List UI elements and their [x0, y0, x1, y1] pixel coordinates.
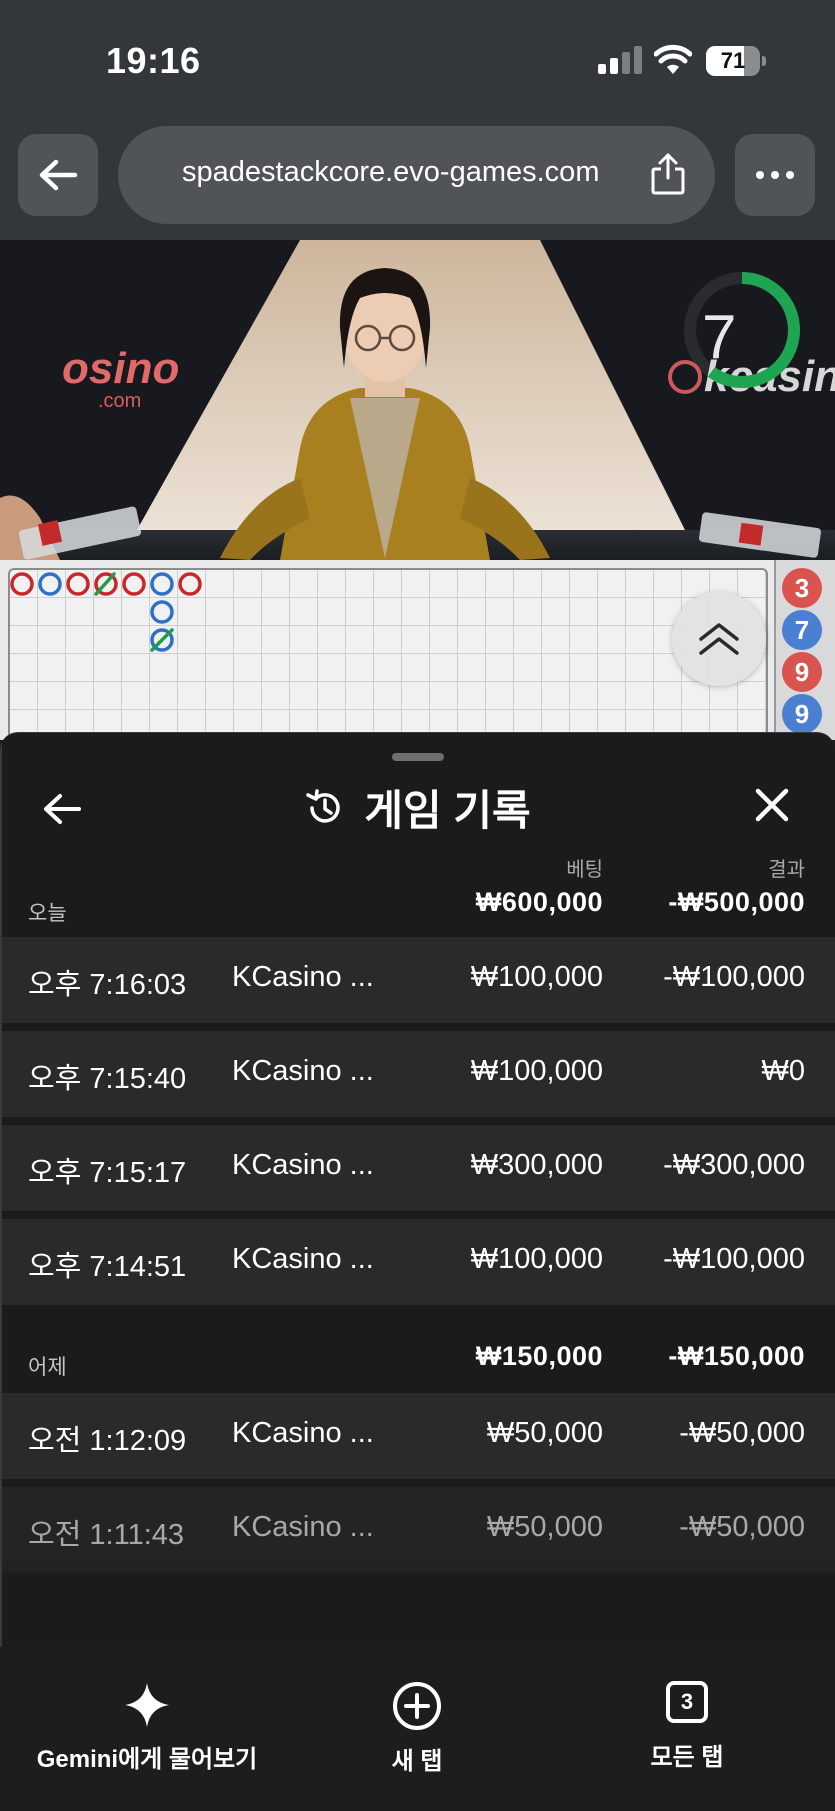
row-bet: ₩100,000 [470, 1055, 603, 1087]
row-time: 오후 7:15:40 [28, 1063, 187, 1095]
row-result: -₩50,000 [679, 1417, 805, 1449]
all-tabs-button[interactable]: 3 모든 탭 [637, 1681, 737, 1772]
row-game: KCasino ... [232, 1511, 374, 1543]
road-grid [8, 568, 768, 740]
card-shoe-right [699, 512, 821, 558]
side-ball: 9 [782, 652, 822, 692]
row-game: KCasino ... [232, 1055, 374, 1087]
sheet-edge [0, 733, 2, 1647]
row-game: KCasino ... [232, 1149, 374, 1181]
countdown-ring [684, 272, 800, 388]
row-result: ₩0 [761, 1055, 806, 1087]
expand-collapse-button[interactable] [672, 592, 766, 686]
sheet-drag-handle[interactable] [392, 753, 444, 761]
wifi-icon [654, 44, 692, 74]
road-markers [10, 572, 202, 652]
history-row[interactable]: 오후 7:16:03 KCasino ... ₩100,000 -₩100,00… [0, 937, 835, 1023]
group-result-total: -₩150,000 [668, 1341, 805, 1371]
ask-gemini-label: Gemini에게 물어보기 [36, 1746, 258, 1773]
plus-circle-icon [393, 1682, 441, 1730]
row-time: 오전 1:11:43 [28, 1519, 185, 1551]
row-game: KCasino ... [232, 1243, 374, 1275]
bead-road: 3 7 9 9 [0, 560, 835, 740]
row-bet: ₩50,000 [486, 1511, 603, 1543]
history-row[interactable]: 오전 1:12:09 KCasino ... ₩50,000 -₩50,000 [0, 1393, 835, 1479]
arrow-left-icon [39, 159, 78, 191]
tab-count: 3 [680, 1689, 694, 1714]
sheet-header: 게임 기록 [0, 777, 835, 838]
address-bar[interactable]: spadestackcore.evo-games.com [118, 126, 715, 224]
url-text: spadestackcore.evo-games.com [182, 156, 600, 188]
all-tabs-label: 모든 탭 [650, 1744, 724, 1771]
countdown-timer: 7 [702, 303, 737, 372]
column-header-result: 결과 [768, 859, 805, 881]
new-tab-label: 새 탭 [391, 1748, 443, 1775]
battery-icon: 71 [706, 46, 766, 76]
more-dots-icon [756, 171, 764, 179]
double-chevron-up-icon [699, 623, 739, 655]
row-game: KCasino ... [232, 1417, 374, 1449]
column-header-bet: 베팅 [566, 859, 603, 881]
status-time: 19:16 [106, 40, 201, 81]
sheet-title: 게임 기록 [364, 787, 531, 834]
scroll-fade [0, 1553, 835, 1647]
gemini-sparkle-icon [125, 1683, 169, 1727]
row-time: 오후 7:14:51 [28, 1251, 187, 1283]
dealer-image [220, 268, 550, 560]
row-result: -₩50,000 [679, 1511, 805, 1543]
battery-percent: 71 [720, 48, 746, 73]
row-bet: ₩100,000 [470, 961, 603, 993]
group-bet-total: ₩150,000 [475, 1341, 603, 1371]
more-menu-button[interactable] [735, 134, 815, 216]
history-row[interactable]: 오후 7:15:17 KCasino ... ₩300,000 -₩300,00… [0, 1125, 835, 1211]
browser-toolbar: Gemini에게 물어보기 새 탭 3 모든 탭 [0, 1647, 835, 1811]
row-result: -₩300,000 [663, 1149, 805, 1181]
cellular-signal-icon [598, 46, 642, 74]
ask-gemini-button[interactable]: Gemini에게 물어보기 [37, 1681, 257, 1774]
group-result-total: -₩500,000 [668, 887, 805, 917]
share-icon[interactable] [648, 152, 688, 196]
side-ball: 3 [782, 568, 822, 608]
side-ball-panel: 3 7 9 9 [774, 560, 835, 740]
group-summary-yesterday: 어제 ₩150,000 -₩150,000 [0, 1337, 835, 1385]
row-bet: ₩300,000 [470, 1149, 603, 1181]
history-row[interactable]: 오후 7:14:51 KCasino ... ₩100,000 -₩100,00… [0, 1219, 835, 1305]
side-ball: 9 [782, 694, 822, 734]
close-button[interactable] [746, 779, 798, 831]
game-history-sheet: 게임 기록 베팅 결과 오늘 ₩600,000 -₩500,000 오후 7:1… [0, 732, 835, 1647]
new-tab-button[interactable]: 새 탭 [367, 1681, 467, 1776]
group-label: 어제 [28, 1356, 67, 1379]
tabs-count-icon: 3 [666, 1681, 708, 1723]
row-game: KCasino ... [232, 961, 374, 993]
row-time: 오전 1:12:09 [28, 1425, 187, 1457]
history-icon [306, 788, 341, 823]
row-bet: ₩100,000 [470, 1243, 603, 1275]
browser-back-button[interactable] [18, 134, 98, 216]
casino-logo-left-sub: .com [98, 390, 142, 412]
group-summary-today: 오늘 ₩600,000 -₩500,000 [0, 883, 835, 931]
group-label: 오늘 [28, 902, 67, 925]
browser-chrome: 19:16 71 spadestackcore.evo-games.com [0, 0, 835, 240]
history-row[interactable]: 오후 7:15:40 KCasino ... ₩100,000 ₩0 [0, 1031, 835, 1117]
live-video: osino .com kcasin 7 [0, 240, 835, 560]
row-time: 오후 7:15:17 [28, 1157, 187, 1189]
card-shoe-left [0, 495, 142, 560]
row-result: -₩100,000 [663, 1243, 805, 1275]
group-bet-total: ₩600,000 [475, 887, 603, 917]
row-bet: ₩50,000 [486, 1417, 603, 1449]
row-time: 오후 7:16:03 [28, 969, 187, 1001]
side-ball: 7 [782, 610, 822, 650]
close-icon [755, 788, 789, 822]
row-result: -₩100,000 [663, 961, 805, 993]
